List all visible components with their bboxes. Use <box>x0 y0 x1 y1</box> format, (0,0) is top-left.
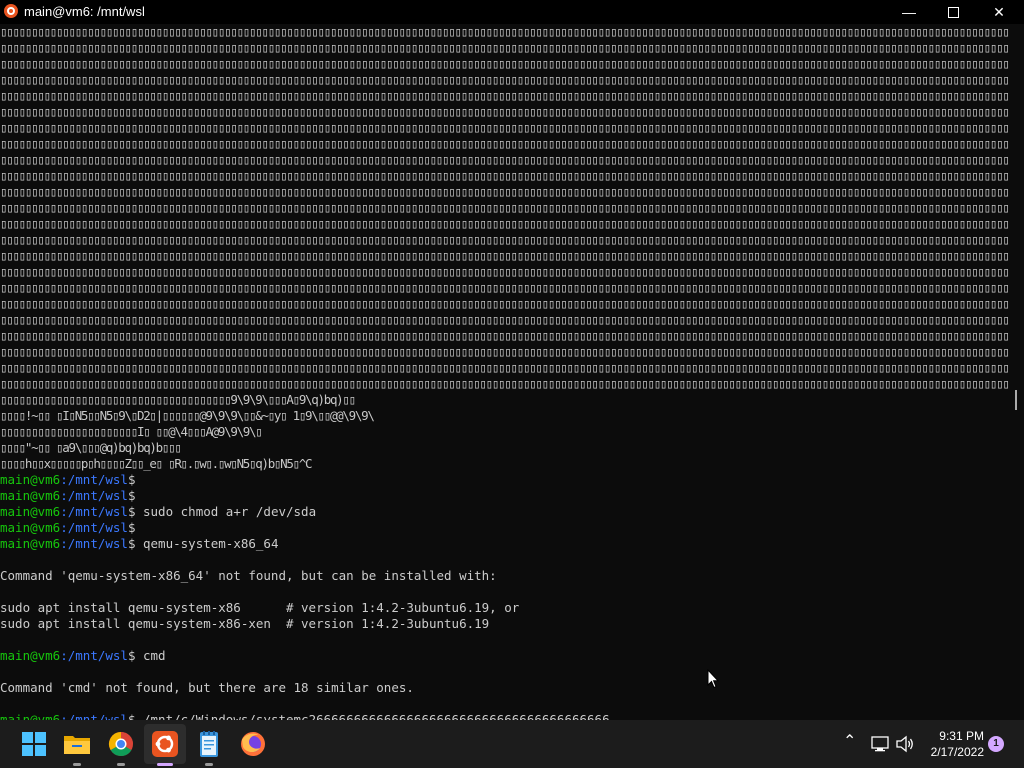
terminal-garbage-line: ▯▯▯▯▯▯▯▯▯▯▯▯▯▯▯▯▯▯▯▯▯▯▯▯▯▯▯▯▯▯▯▯▯▯▯▯▯▯▯▯… <box>0 264 1010 279</box>
active-indicator <box>157 763 173 766</box>
terminal-prompt-line: main@vm6:/mnt/wsl$ sudo chmod a+r /dev/s… <box>0 504 1010 520</box>
terminal-garbage-line: ▯▯▯▯▯▯▯▯▯▯▯▯▯▯▯▯▯▯▯▯▯▯▯▯▯▯▯▯▯▯▯▯▯▯▯▯▯▯▯▯… <box>0 120 1010 135</box>
prompt-symbol: $ <box>127 488 136 503</box>
chevron-up-icon[interactable]: ⌃ <box>843 732 856 752</box>
windows-start-icon[interactable] <box>18 728 50 760</box>
file-explorer-icon[interactable] <box>61 728 93 760</box>
terminal-garbage-line: ▯▯▯▯▯▯▯▯▯▯▯▯▯▯▯▯▯▯▯▯▯▯▯▯▯▯▯▯▯▯▯▯▯▯▯▯▯▯▯▯… <box>0 72 1010 87</box>
terminal-garbage-line: ▯▯▯▯▯▯▯▯▯▯▯▯▯▯▯▯▯▯▯▯▯▯▯▯▯▯▯▯▯▯▯▯▯▯▯▯▯▯▯▯… <box>0 168 1010 183</box>
terminal-garbage-tail-line: ▯▯▯▯▯▯▯▯▯▯▯▯▯▯▯▯▯▯▯▯▯▯I▯ ▯▯@\4▯▯▯A@9\9\9… <box>0 424 263 439</box>
terminal-garbage-line: ▯▯▯▯▯▯▯▯▯▯▯▯▯▯▯▯▯▯▯▯▯▯▯▯▯▯▯▯▯▯▯▯▯▯▯▯▯▯▯▯… <box>0 184 1010 199</box>
close-icon: ✕ <box>993 4 1005 20</box>
terminal-garbage-line: ▯▯▯▯▯▯▯▯▯▯▯▯▯▯▯▯▯▯▯▯▯▯▯▯▯▯▯▯▯▯▯▯▯▯▯▯▯▯▯▯… <box>0 232 1010 247</box>
window-title: main@vm6: /mnt/wsl <box>24 4 145 19</box>
clock[interactable]: 9:31 PM 2/17/2022 <box>918 728 984 760</box>
prompt-path: :/mnt/wsl <box>60 520 128 535</box>
taskbar: ⌃ 9:31 PM 2/17/2022 <box>0 720 1024 768</box>
clock-date: 2/17/2022 <box>930 745 984 759</box>
prompt-path: :/mnt/wsl <box>60 472 128 487</box>
maximize-button[interactable] <box>930 0 976 24</box>
prompt-path: :/mnt/wsl <box>60 648 128 663</box>
terminal-garbage-line: ▯▯▯▯▯▯▯▯▯▯▯▯▯▯▯▯▯▯▯▯▯▯▯▯▯▯▯▯▯▯▯▯▯▯▯▯▯▯▯▯… <box>0 88 1010 103</box>
volume-icon[interactable] <box>895 734 915 754</box>
terminal-garbage-line: ▯▯▯▯▯▯▯▯▯▯▯▯▯▯▯▯▯▯▯▯▯▯▯▯▯▯▯▯▯▯▯▯▯▯▯▯▯▯▯▯… <box>0 344 1010 359</box>
terminal-output-line: sudo apt install qemu-system-x86-xen # v… <box>0 616 490 631</box>
terminal-garbage-tail-line: ▯▯▯▯"~▯▯ ▯a9\▯▯▯@q)bq)bq)b▯▯▯ <box>0 440 182 455</box>
terminal-garbage-line: ▯▯▯▯▯▯▯▯▯▯▯▯▯▯▯▯▯▯▯▯▯▯▯▯▯▯▯▯▯▯▯▯▯▯▯▯▯▯▯▯… <box>0 216 1010 231</box>
close-button[interactable]: ✕ <box>976 0 1022 24</box>
terminal-garbage-line: ▯▯▯▯▯▯▯▯▯▯▯▯▯▯▯▯▯▯▯▯▯▯▯▯▯▯▯▯▯▯▯▯▯▯▯▯▯▯▯▯… <box>0 248 1010 263</box>
terminal-garbage-line: ▯▯▯▯▯▯▯▯▯▯▯▯▯▯▯▯▯▯▯▯▯▯▯▯▯▯▯▯▯▯▯▯▯▯▯▯▯▯▯▯… <box>0 280 1010 295</box>
chrome-icon[interactable] <box>105 728 137 760</box>
ubuntu-icon[interactable] <box>149 728 181 760</box>
notification-badge[interactable]: 1 <box>988 736 1004 752</box>
terminal-prompt-line: main@vm6:/mnt/wsl$ cmd <box>0 648 1010 664</box>
prompt-user: main@vm6 <box>0 488 61 503</box>
terminal-current-prompt-line[interactable]: main@vm6:/mnt/wsl$ /mnt/c/Windows/system… <box>0 712 1010 720</box>
prompt-symbol: $ <box>127 520 136 535</box>
prompt-symbol: $ <box>127 472 136 487</box>
command-text: sudo chmod a+r /dev/sda <box>135 504 317 519</box>
terminal-garbage-tail-line: ▯▯▯▯▯▯▯▯▯▯▯▯▯▯▯▯▯▯▯▯▯▯▯▯▯▯▯▯▯▯▯▯▯▯▯▯▯9\9… <box>0 392 356 407</box>
terminal-garbage-line: ▯▯▯▯▯▯▯▯▯▯▯▯▯▯▯▯▯▯▯▯▯▯▯▯▯▯▯▯▯▯▯▯▯▯▯▯▯▯▯▯… <box>0 152 1010 167</box>
terminal-prompt-line: main@vm6:/mnt/wsl$ <box>0 520 1010 536</box>
terminal-garbage-line: ▯▯▯▯▯▯▯▯▯▯▯▯▯▯▯▯▯▯▯▯▯▯▯▯▯▯▯▯▯▯▯▯▯▯▯▯▯▯▯▯… <box>0 296 1010 311</box>
prompt-path: :/mnt/wsl <box>60 488 128 503</box>
terminal-garbage-line: ▯▯▯▯▯▯▯▯▯▯▯▯▯▯▯▯▯▯▯▯▯▯▯▯▯▯▯▯▯▯▯▯▯▯▯▯▯▯▯▯… <box>0 200 1010 215</box>
notepad-icon[interactable] <box>193 728 225 760</box>
command-text: qemu-system-x86_64 <box>135 536 279 551</box>
terminal-output-line: sudo apt install qemu-system-x86 # versi… <box>0 600 520 615</box>
clock-time: 9:31 PM <box>939 729 984 743</box>
ubuntu-app-icon[interactable] <box>4 4 18 18</box>
prompt-path: :/mnt/wsl <box>60 712 128 720</box>
prompt-user: main@vm6 <box>0 504 61 519</box>
prompt-user: main@vm6 <box>0 520 61 535</box>
restore-icon <box>947 6 959 18</box>
terminal-garbage-line: ▯▯▯▯▯▯▯▯▯▯▯▯▯▯▯▯▯▯▯▯▯▯▯▯▯▯▯▯▯▯▯▯▯▯▯▯▯▯▯▯… <box>0 104 1010 119</box>
terminal-garbage-line: ▯▯▯▯▯▯▯▯▯▯▯▯▯▯▯▯▯▯▯▯▯▯▯▯▯▯▯▯▯▯▯▯▯▯▯▯▯▯▯▯… <box>0 40 1010 55</box>
network-icon[interactable] <box>870 734 890 754</box>
prompt-user: main@vm6 <box>0 472 61 487</box>
mouse-pointer-icon <box>707 669 719 689</box>
running-indicator <box>205 763 213 766</box>
terminal-scrollbar[interactable] <box>1012 24 1024 720</box>
running-indicator <box>73 763 81 766</box>
prompt-path: :/mnt/wsl <box>60 536 128 551</box>
prompt-user: main@vm6 <box>0 712 61 720</box>
prompt-user: main@vm6 <box>0 536 61 551</box>
terminal-garbage-line: ▯▯▯▯▯▯▯▯▯▯▯▯▯▯▯▯▯▯▯▯▯▯▯▯▯▯▯▯▯▯▯▯▯▯▯▯▯▯▯▯… <box>0 136 1010 151</box>
terminal-garbage-line: ▯▯▯▯▯▯▯▯▯▯▯▯▯▯▯▯▯▯▯▯▯▯▯▯▯▯▯▯▯▯▯▯▯▯▯▯▯▯▯▯… <box>0 312 1010 327</box>
terminal-garbage-tail-line: ▯▯▯▯!~▯▯ ▯I▯N5▯▯N5▯9\▯D2▯|▯▯▯▯▯▯@9\9\9\▯… <box>0 408 375 423</box>
command-text: cmd <box>135 648 166 663</box>
terminal-garbage-line: ▯▯▯▯▯▯▯▯▯▯▯▯▯▯▯▯▯▯▯▯▯▯▯▯▯▯▯▯▯▯▯▯▯▯▯▯▯▯▯▯… <box>0 24 1010 39</box>
terminal-garbage-line: ▯▯▯▯▯▯▯▯▯▯▯▯▯▯▯▯▯▯▯▯▯▯▯▯▯▯▯▯▯▯▯▯▯▯▯▯▯▯▯▯… <box>0 376 1010 391</box>
firefox-icon[interactable] <box>237 728 269 760</box>
scrollbar-thumb[interactable] <box>1015 390 1017 410</box>
terminal-garbage-line: ▯▯▯▯▯▯▯▯▯▯▯▯▯▯▯▯▯▯▯▯▯▯▯▯▯▯▯▯▯▯▯▯▯▯▯▯▯▯▯▯… <box>0 56 1010 71</box>
running-indicator <box>117 763 125 766</box>
terminal-prompt-line: main@vm6:/mnt/wsl$ <box>0 472 1010 488</box>
terminal-output[interactable]: ▯▯▯▯▯▯▯▯▯▯▯▯▯▯▯▯▯▯▯▯▯▯▯▯▯▯▯▯▯▯▯▯▯▯▯▯▯▯▯▯… <box>0 24 1012 720</box>
terminal-garbage-line: ▯▯▯▯▯▯▯▯▯▯▯▯▯▯▯▯▯▯▯▯▯▯▯▯▯▯▯▯▯▯▯▯▯▯▯▯▯▯▯▯… <box>0 328 1010 343</box>
terminal-garbage-line: ▯▯▯▯▯▯▯▯▯▯▯▯▯▯▯▯▯▯▯▯▯▯▯▯▯▯▯▯▯▯▯▯▯▯▯▯▯▯▯▯… <box>0 360 1010 375</box>
minimize-button[interactable]: — <box>886 0 932 24</box>
terminal-garbage-tail-line: ▯▯▯▯h▯▯x▯▯▯▯▯p▯h▯▯▯▯Z▯▯_e▯ ▯R▯.▯w▯.▯w▯N5… <box>0 456 313 471</box>
terminal-output-line: Command 'qemu-system-x86_64' not found, … <box>0 568 497 583</box>
prompt-path: :/mnt/wsl <box>60 504 128 519</box>
minimize-icon: — <box>902 4 916 20</box>
prompt-user: main@vm6 <box>0 648 61 663</box>
terminal-output-line: Command 'cmd' not found, but there are 1… <box>0 680 414 695</box>
terminal-prompt-line: main@vm6:/mnt/wsl$ <box>0 488 1010 504</box>
command-input-text[interactable]: /mnt/c/Windows/systemc266666666666666666… <box>135 712 610 720</box>
title-bar: main@vm6: /mnt/wsl — ✕ <box>0 0 1024 24</box>
terminal-prompt-line: main@vm6:/mnt/wsl$ qemu-system-x86_64 <box>0 536 1010 552</box>
